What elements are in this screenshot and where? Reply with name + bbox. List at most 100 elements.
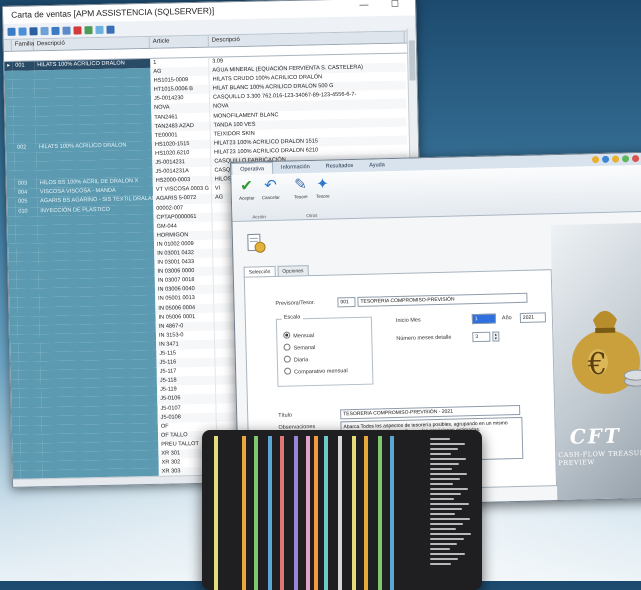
accept-button[interactable]: ✔ Aceptar: [235, 177, 258, 201]
color-stripe: [324, 436, 328, 590]
text-line: [430, 503, 469, 505]
row-indicator: [6, 144, 14, 153]
familia-cell: [18, 316, 40, 326]
text-line: [430, 558, 458, 560]
row-indicator: [10, 362, 18, 371]
search-icon[interactable]: [62, 26, 70, 34]
color-stripe: [242, 436, 246, 590]
familia-cell: [14, 134, 36, 144]
header-article[interactable]: Article: [150, 36, 209, 48]
undo-icon: ↶: [259, 177, 281, 196]
row-indicator: [9, 271, 17, 280]
tools-icon: ✦: [311, 175, 333, 194]
row-indicator: [12, 425, 20, 434]
row-indicator: [9, 289, 17, 298]
text-line: [430, 483, 453, 485]
previsora-name-field[interactable]: TESORERIA COMPROMISO-PREVISIÓN: [357, 293, 527, 307]
row-indicator: [12, 444, 20, 453]
familia-cell: [20, 452, 42, 462]
familia-cell: [20, 425, 42, 435]
row-indicator: [6, 135, 14, 144]
copy-icon[interactable]: [51, 26, 59, 34]
radio-mensual[interactable]: Mensual: [283, 331, 314, 340]
meses-spinner[interactable]: ▴▾: [492, 331, 499, 341]
menu-informacion[interactable]: Información: [273, 161, 318, 174]
familia-cell: [20, 416, 42, 426]
header-familia[interactable]: Familia: [12, 39, 34, 50]
inicio-label: Inicio Mes: [396, 317, 421, 324]
familia-cell: [20, 443, 42, 453]
menu-operativa[interactable]: Operativa: [231, 162, 273, 175]
meses-field[interactable]: 3: [472, 332, 490, 342]
familia-cell: 004: [15, 189, 37, 199]
familia-cell: 003: [15, 180, 37, 190]
delete-icon[interactable]: [73, 26, 81, 34]
text-line: [430, 498, 454, 500]
inicio-mes-field[interactable]: 1: [472, 314, 496, 325]
text-line: [430, 528, 456, 530]
menu-resultados[interactable]: Resultados: [318, 160, 362, 173]
treasury-button-2[interactable]: ✦ Tesore: [311, 175, 334, 199]
row-indicator: [4, 71, 12, 80]
row-indicator: [11, 371, 19, 380]
save-icon[interactable]: [7, 27, 15, 35]
cancel-button[interactable]: ↶ Cancelar: [259, 177, 282, 201]
dark-gantt-window: [202, 430, 482, 590]
color-stripe: [364, 436, 368, 590]
color-stripe: [338, 436, 342, 590]
text-line: [430, 463, 459, 465]
row-indicator: [6, 153, 14, 162]
familia-cell: [15, 216, 37, 226]
previsora-code-field[interactable]: 001: [337, 297, 355, 307]
familia-cell: [13, 80, 35, 90]
print-icon[interactable]: [29, 27, 37, 35]
row-indicator: [10, 316, 18, 325]
ribbon: ✔ Aceptar ↶ Cancelar ✎ Tesore ✦ Tesore A…: [231, 164, 641, 221]
row-indicator: [9, 280, 17, 289]
treasury-button-1[interactable]: ✎ Tesore: [289, 176, 312, 200]
row-indicator: [10, 325, 18, 334]
text-line: [430, 518, 470, 520]
export-icon[interactable]: [40, 27, 48, 35]
previsora-label: Previsora/Tesor.: [275, 300, 315, 307]
filter-icon[interactable]: [95, 25, 103, 33]
familia-cell: [18, 352, 40, 362]
familia-cell: [20, 434, 42, 444]
familia-cell: [19, 370, 41, 380]
text-line: [430, 488, 468, 490]
familia-cell: [16, 261, 38, 271]
text-line: [430, 523, 463, 525]
open-icon[interactable]: [18, 27, 26, 35]
familia-cell: [17, 270, 39, 280]
window-controls[interactable]: — ☐: [359, 0, 409, 11]
row-indicator: [7, 189, 15, 198]
row-indicator: [6, 125, 14, 134]
text-line: [430, 533, 471, 535]
text-line: [430, 453, 451, 455]
familia-cell: 005: [15, 198, 37, 208]
familia-cell: 002: [14, 143, 36, 153]
cft-logo: CFT: [570, 424, 622, 449]
row-indicator: [8, 244, 16, 253]
treasury-label-1: Tesore: [290, 194, 312, 200]
color-stripe: [268, 436, 272, 590]
familia-cell: [17, 298, 39, 308]
treasury-label-2: Tesore: [312, 193, 334, 199]
ano-field[interactable]: 2021: [520, 312, 546, 323]
text-line: [430, 553, 465, 555]
radio-semanal[interactable]: Semanal: [283, 343, 315, 352]
row-indicator: [5, 80, 13, 89]
svg-text:€: €: [587, 347, 608, 382]
familia-cell: [19, 389, 41, 399]
familia-cell: [14, 152, 36, 162]
radio-comparativo[interactable]: Comparativo mensual: [284, 366, 348, 376]
refresh-icon[interactable]: [84, 26, 92, 34]
familia-cell: [13, 89, 35, 99]
cancel-label: Cancelar: [260, 195, 282, 201]
row-indicator: [13, 462, 21, 471]
text-line: [430, 458, 466, 460]
menu-ayuda[interactable]: Ayuda: [361, 159, 393, 172]
radio-diaria[interactable]: Diaria: [284, 355, 309, 364]
text-line: [430, 473, 467, 475]
grid-icon[interactable]: [106, 25, 114, 33]
